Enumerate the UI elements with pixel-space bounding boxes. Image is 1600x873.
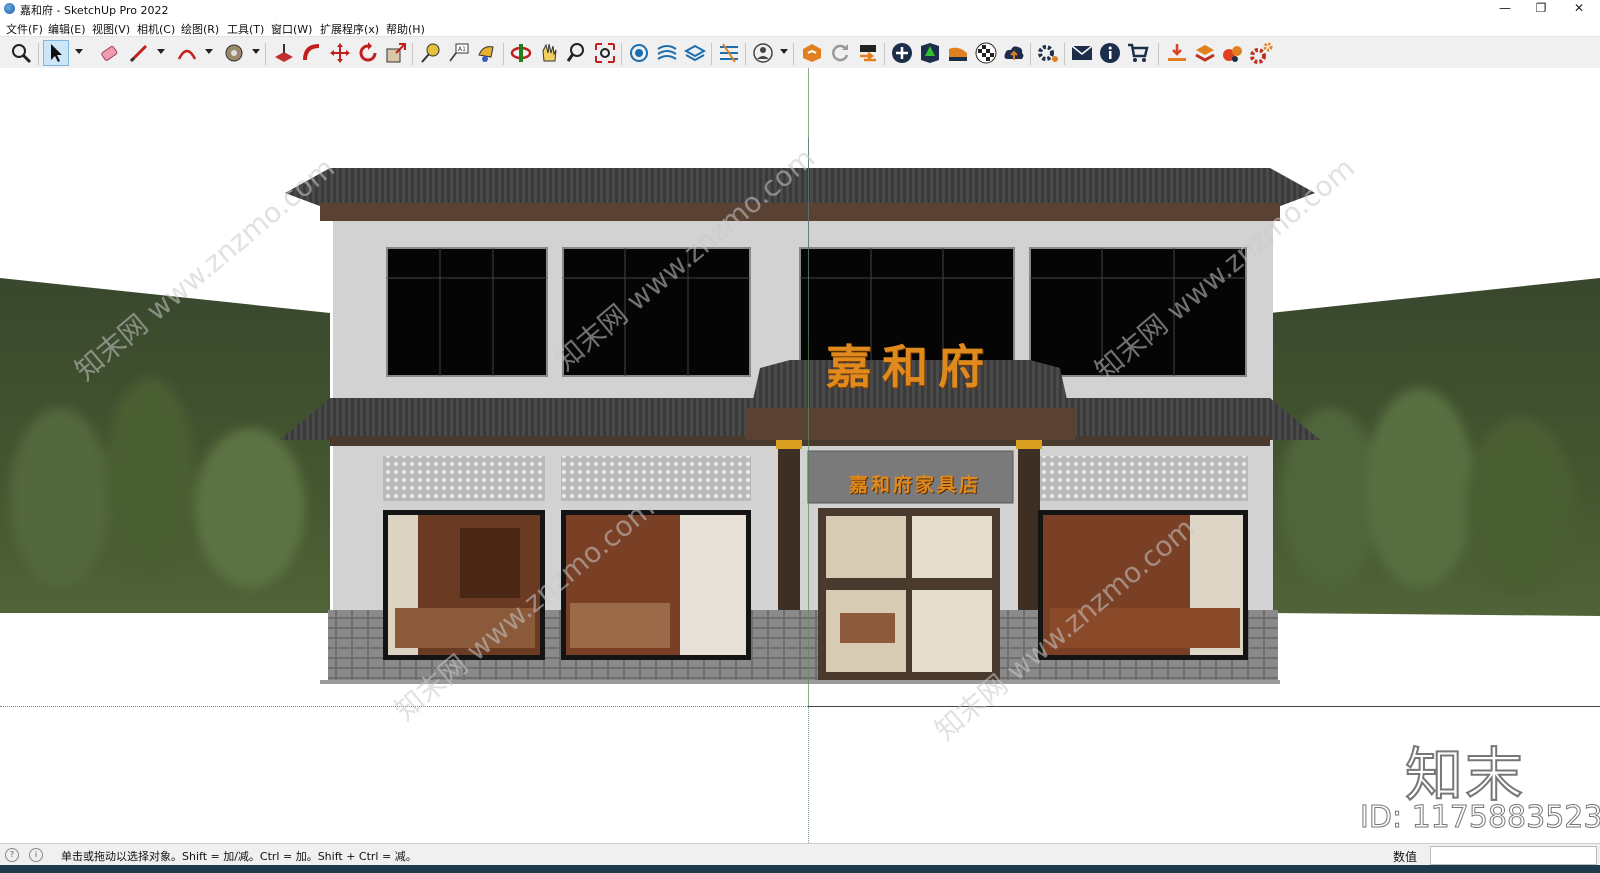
- measurements-label: 数值: [1393, 850, 1418, 864]
- select-arrow-icon[interactable]: [43, 40, 69, 66]
- push-pull-icon[interactable]: [272, 41, 296, 65]
- arc-icon[interactable]: [175, 41, 199, 65]
- menu-view[interactable]: 视图(V): [92, 21, 130, 37]
- scale-icon[interactable]: [384, 41, 408, 65]
- user-dropdown-icon[interactable]: [780, 49, 788, 54]
- red-axis: [808, 706, 1600, 707]
- main-sign-text: 嘉和府: [826, 340, 994, 394]
- shop-sign-text: 嘉和府家具店: [848, 474, 981, 496]
- shop-window-2: [561, 510, 751, 660]
- sketchup-logo-icon: [4, 3, 15, 14]
- restore-button[interactable]: ❐: [1524, 0, 1558, 18]
- toolbar-separator: [265, 43, 266, 65]
- status-hint-text: 单击或拖动以选择对象。Shift = 加/减。Ctrl = 加。Shift + …: [61, 850, 417, 863]
- close-button[interactable]: ✕: [1562, 0, 1596, 18]
- sandbox-icon[interactable]: [627, 41, 651, 65]
- drape-icon[interactable]: [717, 41, 741, 65]
- menu-edit[interactable]: 编辑(E): [48, 21, 86, 37]
- toolbar-separator: [1158, 43, 1159, 65]
- main-toolbar: A1: [0, 36, 1600, 70]
- toolbar-separator: [412, 43, 413, 65]
- add-circle-icon[interactable]: [890, 41, 914, 65]
- settings-icon[interactable]: [1036, 41, 1060, 65]
- line-dropdown-icon[interactable]: [157, 49, 165, 54]
- status-bar: ? i 单击或拖动以选择对象。Shift = 加/减。Ctrl = 加。Shif…: [0, 843, 1600, 866]
- red-axis-hidden: [0, 706, 808, 707]
- rotate-icon[interactable]: [356, 41, 380, 65]
- info-icon[interactable]: [1098, 41, 1122, 65]
- zoom-extents-icon[interactable]: [593, 41, 617, 65]
- checker-icon[interactable]: [974, 41, 998, 65]
- stamp-icon[interactable]: [683, 41, 707, 65]
- svg-text:A1: A1: [458, 46, 466, 53]
- download-tray-icon[interactable]: [1165, 41, 1189, 65]
- menu-help[interactable]: 帮助(H): [386, 21, 425, 37]
- credits-info-icon[interactable]: i: [29, 848, 43, 862]
- toolbar-separator: [503, 43, 504, 65]
- green-axis-hidden: [808, 708, 809, 843]
- scene-canvas: [0, 168, 1600, 684]
- gear-orange-icon[interactable]: [1249, 41, 1273, 65]
- menu-extensions[interactable]: 扩展程序(x): [320, 21, 379, 37]
- toolbar-separator: [745, 43, 746, 65]
- user-icon[interactable]: [751, 41, 775, 65]
- export-icon[interactable]: [856, 41, 880, 65]
- tape-measure-icon[interactable]: [419, 41, 443, 65]
- mail-icon[interactable]: [1070, 41, 1094, 65]
- pencil-line-icon[interactable]: [127, 41, 151, 65]
- geo-location-icon[interactable]: ?: [5, 848, 19, 862]
- window-title: 嘉和府 - SketchUp Pro 2022: [20, 4, 169, 17]
- taskbar-strip: [0, 865, 1600, 873]
- paint-dropdown-icon[interactable]: [252, 49, 260, 54]
- extension-warehouse-icon[interactable]: [800, 41, 824, 65]
- toolbar-separator: [621, 43, 622, 65]
- zoom-icon[interactable]: [9, 41, 33, 65]
- toolbar-separator: [1030, 43, 1031, 65]
- arc-dropdown-icon[interactable]: [205, 49, 213, 54]
- toolbar-separator: [1064, 43, 1065, 65]
- upper-roof: [285, 168, 1315, 208]
- toolbar-separator: [884, 43, 885, 65]
- menu-draw[interactable]: 绘图(R): [181, 21, 219, 37]
- measurements-input[interactable]: [1430, 846, 1597, 865]
- render-icon[interactable]: [1221, 41, 1245, 65]
- layers-icon[interactable]: [946, 41, 970, 65]
- title-bar: 嘉和府 - SketchUp Pro 2022 — ❐ ✕: [0, 0, 1600, 18]
- stack-icon[interactable]: [1193, 41, 1217, 65]
- model-id-label: ID: 1175883523: [1359, 800, 1600, 836]
- toolbar-separator: [793, 43, 794, 65]
- tree-icon[interactable]: [918, 41, 942, 65]
- minimize-button[interactable]: —: [1488, 0, 1522, 18]
- menu-bar: 文件(F) 编辑(E) 视图(V) 相机(C) 绘图(R) 工具(T) 窗口(W…: [0, 18, 1600, 36]
- cart-icon[interactable]: [1126, 41, 1150, 65]
- menu-tools[interactable]: 工具(T): [227, 21, 264, 37]
- paint-bucket-icon[interactable]: [222, 41, 246, 65]
- text-label-icon[interactable]: A1: [447, 41, 471, 65]
- toolbar-separator: [38, 43, 39, 65]
- menu-file[interactable]: 文件(F): [6, 21, 43, 37]
- shop-window-1: [383, 510, 545, 660]
- model-viewport[interactable]: 嘉和府 嘉和府家具店 知末网 www.znzmo.com 知末网 www.znz…: [0, 68, 1600, 843]
- paint-icon[interactable]: [475, 41, 499, 65]
- toolbar-separator: [711, 43, 712, 65]
- zoom-window-icon[interactable]: [565, 41, 589, 65]
- entrance-door: [818, 508, 1000, 680]
- refresh-icon[interactable]: [828, 41, 852, 65]
- pan-icon[interactable]: [537, 41, 561, 65]
- select-dropdown-icon[interactable]: [75, 49, 83, 54]
- move-icon[interactable]: [328, 41, 352, 65]
- follow-me-icon[interactable]: [300, 41, 324, 65]
- eraser-icon[interactable]: [97, 41, 121, 65]
- smoove-icon[interactable]: [655, 41, 679, 65]
- cloud-upload-icon[interactable]: [1002, 41, 1026, 65]
- menu-camera[interactable]: 相机(C): [137, 21, 175, 37]
- menu-window[interactable]: 窗口(W): [271, 21, 312, 37]
- orbit-icon[interactable]: [509, 41, 533, 65]
- shop-window-3: [1038, 510, 1248, 660]
